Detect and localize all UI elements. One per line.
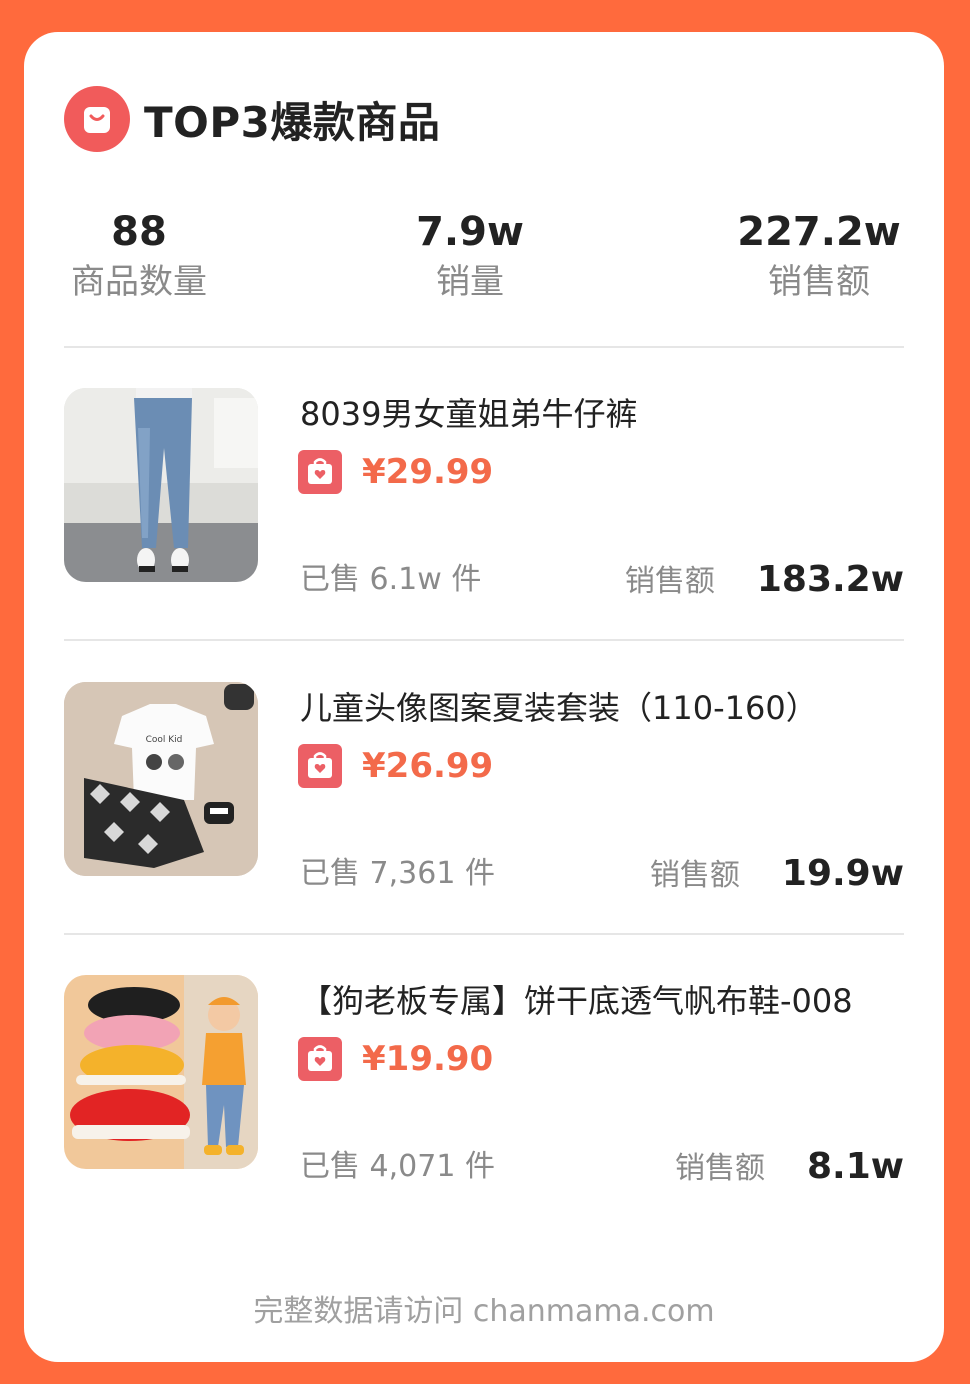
price-row: ¥29.99 [298, 450, 493, 494]
shop-bag-icon [298, 450, 342, 494]
footer-link[interactable]: 完整数据请访问 chanmama.com [24, 1286, 944, 1330]
gmv-value: 19.9w [781, 853, 904, 894]
stat-value: 88 [111, 209, 167, 255]
sold-count: 已售 7,361 件 [300, 856, 495, 891]
product-name[interactable]: 8039男女童姐弟牛仔裤 [300, 392, 637, 436]
gmv-label: 销售额 [674, 1151, 765, 1186]
shopping-bag-icon [64, 86, 130, 152]
gmv: 销售额 183.2w [625, 556, 904, 600]
stat-value: 227.2w [737, 209, 901, 255]
stat-label: 销售额 [768, 262, 870, 302]
shop-bag-icon [298, 744, 342, 788]
sold-count: 已售 6.1w 件 [300, 562, 482, 597]
card-title: TOP3爆款商品 [144, 97, 441, 147]
stat-value: 7.9w [416, 209, 524, 255]
product-image-tshirt-set[interactable]: Cool Kid [64, 682, 258, 876]
svg-text:Cool Kid: Cool Kid [146, 735, 183, 745]
divider [64, 346, 904, 348]
stat-gmv: 227.2w 销售额 [724, 208, 914, 308]
summary-stats: 88 商品数量 7.9w 销量 227.2w 销售额 [24, 208, 944, 308]
divider [64, 933, 904, 935]
product-name[interactable]: 儿童头像图案夏装套装（110-160） [300, 686, 818, 730]
product-name[interactable]: 【狗老板专属】饼干底透气帆布鞋-008 [300, 979, 853, 1023]
gmv-label: 销售额 [624, 564, 715, 599]
product-price: ¥29.99 [362, 452, 494, 492]
product-image-jeans[interactable] [64, 388, 258, 582]
gmv-value: 8.1w [806, 1146, 904, 1187]
gmv-value: 183.2w [756, 559, 904, 600]
product-image-canvas-shoes[interactable] [64, 975, 258, 1169]
price-row: ¥26.99 [298, 744, 493, 788]
gmv: 销售额 8.1w [675, 1143, 904, 1187]
stat-product-count: 88 商品数量 [64, 208, 214, 308]
stat-sales-volume: 7.9w 销量 [400, 208, 540, 308]
divider [64, 639, 904, 641]
product-price: ¥26.99 [362, 746, 494, 786]
stat-label: 销量 [436, 262, 504, 302]
product-item[interactable]: 8039男女童姐弟牛仔裤 ¥29.99 已售 6.1w 件 销售额 183.2w [64, 388, 904, 600]
product-item[interactable]: 【狗老板专属】饼干底透气帆布鞋-008 ¥19.90 已售 4,071 件 销售… [64, 975, 904, 1187]
sold-count: 已售 4,071 件 [300, 1149, 495, 1184]
gmv-label: 销售额 [649, 858, 740, 893]
product-item[interactable]: Cool Kid 儿童头像图案夏装套装（110-160） ¥26.99 已售 7… [64, 682, 904, 894]
gmv: 销售额 19.9w [650, 850, 904, 894]
stat-label: 商品数量 [71, 262, 207, 302]
product-price: ¥19.90 [362, 1039, 494, 1079]
top3-card: TOP3爆款商品 88 商品数量 7.9w 销量 227.2w 销售额 8039… [24, 32, 944, 1362]
shop-bag-icon [298, 1037, 342, 1081]
card-header: TOP3爆款商品 [64, 84, 440, 154]
price-row: ¥19.90 [298, 1037, 493, 1081]
